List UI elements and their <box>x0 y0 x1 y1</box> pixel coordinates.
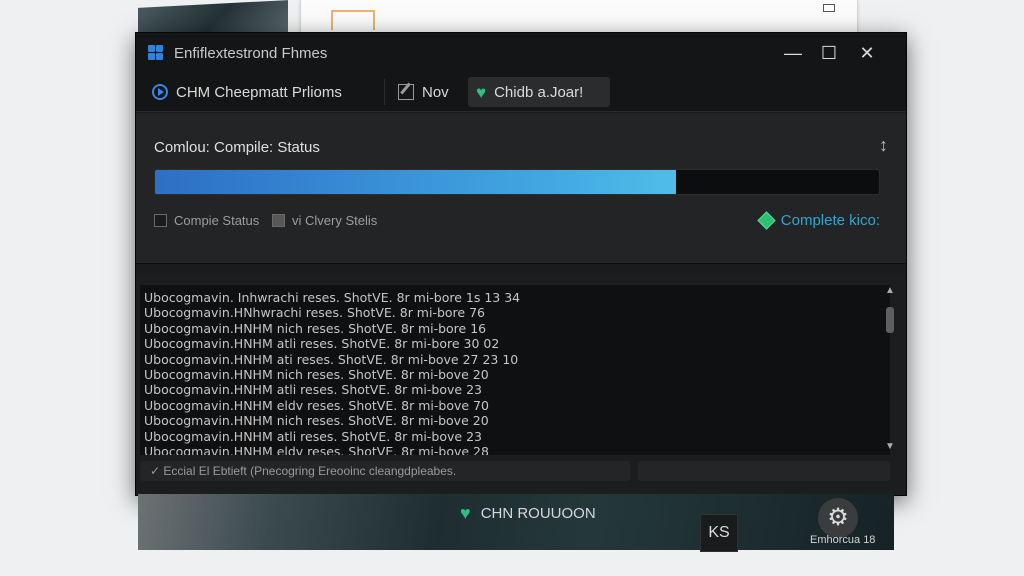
heart-icon: ♥ <box>460 503 471 523</box>
checkbox-label: vi Clvery Stelis <box>292 213 378 228</box>
toolbar-item-label: CHM Cheepmatt Prlioms <box>176 83 342 101</box>
log-line: Ubocogmavin.HNHM eldv reses. ShotVE. 8r … <box>144 443 489 455</box>
log-line: Ubocogmavin.HNHM nich reses. ShotVE. 8r … <box>144 366 489 382</box>
play-circle-icon <box>152 84 168 100</box>
resize-vertical-icon[interactable]: ↕ <box>879 135 888 156</box>
app-window: Enfiflextestrond Fhmes — ☐ ✕ CHM Cheepma… <box>135 32 907 496</box>
log-line: Ubocogmavin.HNhwrachi reses. ShotVE. 8r … <box>144 305 485 321</box>
minimize-button[interactable]: — <box>780 41 806 65</box>
toolbar: CHM Cheepmatt Prlioms Nov ♥ Chidb a.Joar… <box>136 73 906 112</box>
status-heading: Comlou: Compile: Status <box>154 139 320 156</box>
background-window <box>300 0 858 35</box>
minimize-icon <box>823 4 835 12</box>
complete-label: Complete kico: <box>780 212 880 229</box>
toolbar-item-label: Chidb a.Joar! <box>494 83 584 101</box>
green-diamond-icon <box>757 211 776 230</box>
checkbox-label: Compie Status <box>174 213 260 228</box>
compile-status-panel: Comlou: Compile: Status ↕ Compie Status … <box>136 113 906 264</box>
log-line: Ubocogmavin.HNHM ati reses. ShotVE. 8r m… <box>144 351 519 367</box>
maximize-button[interactable]: ☐ <box>816 41 842 65</box>
log-line: Ubocogmavin. Inhwrachi reses. ShotVE. 8r… <box>144 290 521 305</box>
progress-bar <box>154 169 880 195</box>
log-scrollbar[interactable]: ▲ ▼ <box>882 285 898 455</box>
scroll-thumb[interactable] <box>886 307 894 333</box>
bottom-action-button[interactable]: ♥ CHN ROUUOON <box>460 504 596 522</box>
log-status-line: ✓ Eccial El Ebtieft (Pnecogring Ereooinc… <box>140 461 630 481</box>
scroll-down-icon[interactable]: ▼ <box>882 441 898 455</box>
toolbar-item-chidb[interactable]: ♥ Chidb a.Joar! <box>468 77 610 107</box>
app-logo-icon <box>148 45 164 61</box>
close-button[interactable]: ✕ <box>854 41 880 65</box>
title-bar: Enfiflextestrond Fhmes — ☐ ✕ <box>136 33 906 73</box>
log-status-field <box>638 461 890 481</box>
bottom-action-label: CHN ROUUOON <box>480 504 596 522</box>
log-line: Ubocogmavin.HNHM nich reses. ShotVE. 8r … <box>144 320 487 336</box>
log-line: Ubocogmavin.HNHM atli reses. ShotVE. 8r … <box>144 336 500 352</box>
checkbox-clvery-stelis[interactable]: vi Clvery Stelis <box>272 213 377 228</box>
log-line: Ubocogmavin.HNHM atli reses. ShotVE. 8r … <box>144 382 482 398</box>
checkbox-compile-status[interactable]: Compie Status <box>154 213 259 228</box>
toolbar-item-cheepmatt[interactable]: CHM Cheepmatt Prlioms <box>144 77 350 107</box>
scroll-up-icon[interactable]: ▲ <box>882 285 898 299</box>
toolbar-item-label: Nov <box>422 83 449 101</box>
gear-label: Emhorcua 18 <box>810 534 876 546</box>
gear-icon[interactable]: ⚙ <box>818 498 858 538</box>
complete-status: Complete kico: <box>757 211 880 230</box>
progress-fill <box>155 170 677 194</box>
heart-icon: ♥ <box>476 82 487 102</box>
ks-button[interactable]: KS <box>700 514 738 552</box>
bottom-bar: ♥ CHN ROUUOON KS ⚙ Emhorcua 18 <box>138 494 894 552</box>
log-list: Ubocogmavin. Inhwrachi reses. ShotVE. 8r… <box>144 290 520 455</box>
log-line: Ubocogmavin.HNHM atli reses. ShotVE. 8r … <box>144 428 482 444</box>
log-panel: Ubocogmavin. Inhwrachi reses. ShotVE. 8r… <box>136 273 906 495</box>
toolbar-item-nov[interactable]: Nov <box>390 77 457 107</box>
document-icon <box>331 10 375 30</box>
log-line: Ubocogmavin.HNHM eldv reses. ShotVE. 8r … <box>144 397 489 413</box>
toolbar-separator <box>384 79 385 105</box>
edit-icon <box>398 84 414 100</box>
checkbox-box[interactable] <box>272 214 285 227</box>
window-title: Enfiflextestrond Fhmes <box>174 45 328 62</box>
log-output[interactable]: Ubocogmavin. Inhwrachi reses. ShotVE. 8r… <box>140 285 890 455</box>
checkbox-box[interactable] <box>154 214 167 227</box>
log-line: Ubocogmavin.HNHM nich reses. ShotVE. 8r … <box>144 413 489 429</box>
